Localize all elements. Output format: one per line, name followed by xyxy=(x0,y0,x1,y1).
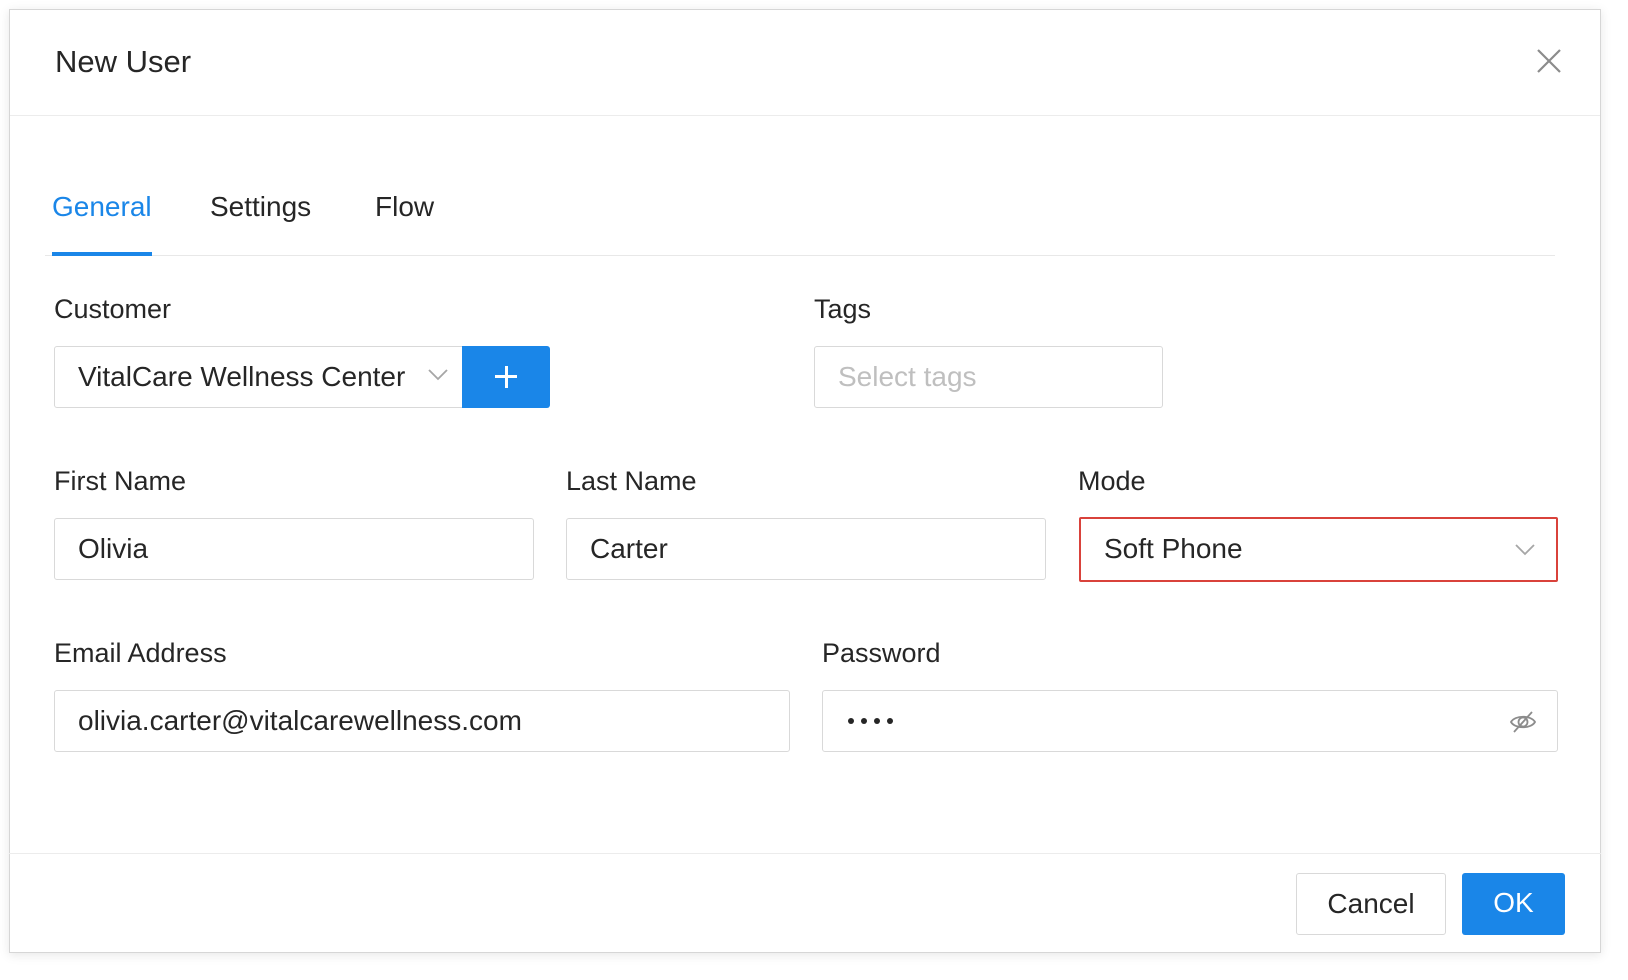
eye-slash-icon[interactable] xyxy=(1509,708,1537,736)
chevron-down-icon xyxy=(428,369,448,381)
mode-label: Mode xyxy=(1078,466,1146,496)
tab-settings[interactable]: Settings xyxy=(210,191,311,223)
cancel-button[interactable]: Cancel xyxy=(1296,873,1446,935)
dialog-footer-divider xyxy=(9,853,1601,854)
active-tab-indicator xyxy=(52,252,152,256)
email-input[interactable]: olivia.carter@vitalcarewellness.com xyxy=(54,690,790,752)
password-label: Password xyxy=(822,638,941,668)
last-name-label: Last Name xyxy=(566,466,697,496)
mode-select[interactable]: Soft Phone xyxy=(1079,517,1558,582)
chevron-down-icon xyxy=(1515,544,1535,556)
tags-label: Tags xyxy=(814,294,872,324)
first-name-label: First Name xyxy=(54,466,187,496)
new-user-dialog: New User xyxy=(9,9,1601,953)
tab-flow[interactable]: Flow xyxy=(375,191,434,223)
tags-select[interactable]: Select tags xyxy=(814,346,1163,408)
mode-value: Soft Phone xyxy=(1104,533,1243,564)
first-name-value: Olivia xyxy=(78,533,149,564)
password-mask xyxy=(848,718,893,724)
last-name-value: Carter xyxy=(590,533,668,564)
tab-bar: General Settings Flow xyxy=(45,165,1555,256)
last-name-input[interactable]: Carter xyxy=(566,518,1046,580)
password-input[interactable] xyxy=(822,690,1558,752)
add-customer-button[interactable] xyxy=(462,346,550,408)
close-icon xyxy=(1537,49,1561,73)
tags-placeholder: Select tags xyxy=(838,361,977,392)
first-name-input[interactable]: Olivia xyxy=(54,518,534,580)
email-label: Email Address xyxy=(54,638,227,668)
ok-button[interactable]: OK xyxy=(1462,873,1565,935)
dialog-title: New User xyxy=(55,44,192,79)
close-button[interactable] xyxy=(1532,44,1566,78)
customer-label: Customer xyxy=(54,294,172,324)
tab-general[interactable]: General xyxy=(52,191,152,223)
dialog-header: New User xyxy=(10,10,1600,116)
email-value: olivia.carter@vitalcarewellness.com xyxy=(78,705,522,736)
customer-select[interactable]: VitalCare Wellness Center xyxy=(54,346,468,408)
customer-value: VitalCare Wellness Center xyxy=(78,361,406,392)
